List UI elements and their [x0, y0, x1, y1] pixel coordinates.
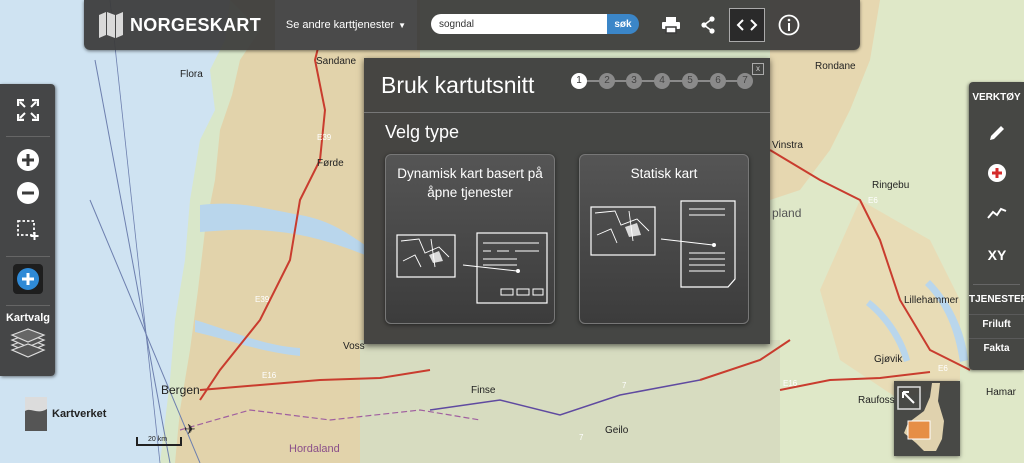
plus-circle-red-icon — [988, 164, 1006, 182]
share-icon — [701, 16, 715, 34]
road-label: E6 — [868, 196, 878, 205]
friluft-link[interactable]: Friluft — [969, 314, 1024, 335]
road-label: E16 — [262, 371, 277, 380]
embed-dialog: Bruk kartutsnitt x 1 2 3 4 5 6 7 Velg ty… — [364, 58, 770, 344]
airport-icon: ✈ — [184, 421, 196, 437]
other-services-dropdown[interactable]: Se andre karttjenester ▼ — [275, 0, 417, 50]
map-label: Voss — [343, 341, 365, 352]
overview-map[interactable] — [894, 381, 960, 456]
zoom-box-button[interactable] — [12, 214, 44, 246]
zoom-out-button[interactable] — [12, 177, 44, 209]
scale-label: 20 km — [148, 436, 168, 443]
print-button[interactable] — [655, 9, 687, 41]
search-button[interactable]: søk — [607, 14, 639, 34]
road-label: E39 — [317, 133, 332, 142]
info-icon — [778, 14, 800, 36]
search-input[interactable] — [431, 14, 607, 34]
app-name: NORGESKART — [130, 14, 262, 35]
left-toolbar: Kartvalg — [0, 84, 55, 376]
add-layer-button[interactable] — [13, 264, 43, 294]
fakta-link[interactable]: Fakta — [969, 338, 1024, 359]
map-label: Sandane — [316, 56, 356, 67]
other-services-label: Se andre karttjenester — [285, 19, 395, 31]
static-map-illustration-icon — [590, 200, 736, 288]
step-1[interactable]: 1 — [571, 73, 587, 89]
code-icon — [736, 19, 758, 31]
map-label: Vinstra — [772, 140, 803, 151]
static-map-option[interactable]: Statisk kart — [579, 154, 749, 324]
line-chart-icon — [987, 207, 1007, 219]
overview-minimap — [897, 383, 944, 451]
info-button[interactable] — [773, 9, 805, 41]
chevron-down-icon: ▼ — [398, 20, 407, 30]
share-button[interactable] — [692, 9, 724, 41]
zoom-box-icon — [17, 220, 39, 240]
map-label: Rondane — [815, 61, 856, 72]
kartverket-label: Kartverket — [52, 408, 107, 420]
dialog-title: Bruk kartutsnitt — [381, 72, 535, 98]
road-label: E16 — [783, 379, 798, 388]
road-label: E6 — [938, 364, 948, 373]
map-label: Ringebu — [872, 180, 909, 191]
map-label: Gjøvik — [874, 354, 903, 365]
kartvalg-button[interactable]: Kartvalg — [2, 310, 54, 372]
map-label: Finse — [471, 385, 496, 396]
right-toolbar: VERKTØY XY TJENESTER Friluft Fakta — [969, 82, 1024, 370]
kartverket-logo[interactable]: Kartverket — [25, 397, 106, 431]
road-label: 7 — [622, 381, 627, 390]
embed-map-button[interactable] — [729, 8, 765, 42]
step-7[interactable]: 7 — [737, 73, 753, 89]
map-icon — [99, 12, 123, 38]
fullscreen-button[interactable] — [12, 94, 44, 126]
printer-icon — [662, 17, 680, 34]
close-button[interactable]: x — [752, 63, 764, 75]
kartvalg-label: Kartvalg — [5, 312, 51, 324]
tools-heading: VERKTØY — [972, 92, 1021, 103]
step-4[interactable]: 4 — [654, 73, 670, 89]
coordinates-button[interactable]: XY — [980, 240, 1014, 270]
services-heading: TJENESTER — [969, 294, 1024, 305]
map-label: Flora — [180, 69, 203, 80]
minus-circle-icon — [17, 182, 39, 204]
option-title: Statisk kart — [630, 166, 698, 181]
app-logo[interactable]: NORGESKART — [98, 11, 261, 39]
map-label: Hamar — [986, 387, 1017, 398]
layers-icon — [10, 328, 46, 358]
step-2[interactable]: 2 — [599, 73, 615, 89]
map-label: pland — [772, 206, 801, 220]
map-label: Førde — [317, 158, 344, 169]
top-bar: NORGESKART Se andre karttjenester ▼ søk — [84, 0, 860, 50]
kartverket-icon — [25, 397, 47, 431]
road-label: 7 — [579, 433, 584, 442]
map-label: Geilo — [605, 425, 629, 436]
plus-circle-icon — [17, 149, 39, 171]
dynamic-map-option[interactable]: Dynamisk kart basert på åpne tjenester — [385, 154, 555, 324]
map-label: Lillehammer — [904, 295, 959, 306]
add-marker-button[interactable] — [980, 158, 1014, 188]
dynamic-map-illustration-icon — [396, 232, 548, 304]
road-label: E39 — [255, 295, 270, 304]
pencil-icon — [990, 126, 1004, 140]
map-label: Hordaland — [289, 443, 340, 455]
step-3[interactable]: 3 — [626, 73, 642, 89]
elevation-profile-button[interactable] — [980, 198, 1014, 228]
step-6[interactable]: 6 — [710, 73, 726, 89]
expand-icon — [17, 99, 39, 121]
expand-arrow-icon — [902, 391, 915, 404]
zoom-in-button[interactable] — [12, 144, 44, 176]
draw-button[interactable] — [980, 118, 1014, 148]
dialog-subtitle: Velg type — [385, 122, 460, 142]
map-label: Bergen — [161, 383, 200, 397]
option-title: Dynamisk kart basert på åpne tjenester — [397, 166, 543, 200]
map-label: Raufoss — [858, 395, 895, 406]
step-5[interactable]: 5 — [682, 73, 698, 89]
plus-circle-icon — [17, 268, 39, 290]
